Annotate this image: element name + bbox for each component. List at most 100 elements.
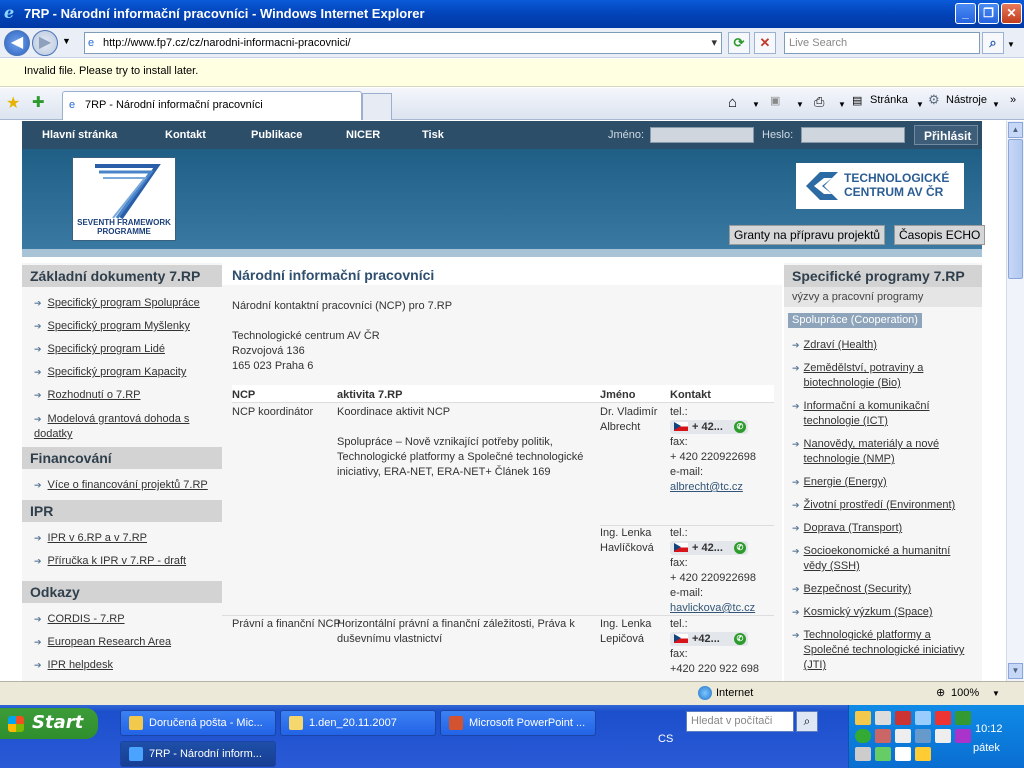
link-decision[interactable]: ➔ Rozhodnutí o 7.RP [34,389,214,401]
forward-button[interactable]: ▶ [32,30,58,56]
url-dropdown-icon[interactable]: ▾ [711,36,717,49]
task-ie[interactable]: 7RP - Národní inform... [120,741,276,767]
tray-icon[interactable] [875,729,891,743]
cooperation-badge[interactable]: Spolupráce (Cooperation) [788,313,922,328]
tray-icon[interactable] [955,711,971,725]
fp7-logo[interactable]: SEVENTH FRAMEWORK PROGRAMME [72,157,176,241]
tray-icon[interactable] [895,711,911,725]
link-jti[interactable]: ➔ Technologické platformy a Společné tech… [792,628,978,673]
stop-button[interactable]: ✕ [754,32,776,54]
minimize-button[interactable]: _ [955,3,976,24]
link-era[interactable]: ➔ European Research Area [34,636,214,648]
clock-time[interactable]: 10:12 [975,723,1003,735]
close-button[interactable]: ✕ [1001,3,1022,24]
language-indicator[interactable]: CS [658,733,673,745]
email-link[interactable]: havlickova@tc.cz [670,601,774,616]
phone-skype-widget[interactable]: +42... ✆ [670,632,748,646]
link-energy[interactable]: ➔ Energie (Energy) [792,475,978,490]
home-icon[interactable]: ⌂ [728,94,737,111]
task-folder[interactable]: 1.den_20.11.2007 [280,710,436,736]
page-menu-dropdown-icon[interactable]: ▼ [916,100,924,109]
tray-icon[interactable] [915,729,931,743]
tray-icon[interactable] [915,747,931,761]
scroll-down-arrow[interactable]: ▼ [1008,663,1023,679]
link-ipr-helpdesk[interactable]: ➔ IPR helpdesk [34,659,214,671]
maximize-button[interactable]: ❐ [978,3,999,24]
scroll-thumb[interactable] [1008,139,1023,279]
tray-icon[interactable] [935,711,951,725]
zoom-dropdown-icon[interactable]: ▼ [992,689,1000,698]
link-bio[interactable]: ➔ Zemědělství, potraviny a biotechnologie… [792,361,978,391]
link-ipr-6-7[interactable]: ➔ IPR v 6.RP a v 7.RP [34,532,214,544]
link-transport[interactable]: ➔ Doprava (Transport) [792,521,978,536]
new-tab-button[interactable] [362,93,392,120]
tray-icon[interactable] [855,729,871,743]
desktop-search-button[interactable]: ⌕ [796,711,818,732]
back-button[interactable]: ◀ [4,30,30,56]
start-button[interactable]: Start [0,708,98,739]
toolbar-more-icon[interactable]: » [1010,94,1016,106]
live-search-input[interactable]: Live Search [784,32,980,54]
link-people[interactable]: ➔ Specifický program Lidé [34,343,214,355]
history-dropdown-icon[interactable]: ▼ [62,36,71,46]
login-name-input[interactable] [650,127,754,143]
tools-menu[interactable]: Nástroje [946,94,987,106]
vertical-scrollbar[interactable]: ▲ ▼ [1006,121,1024,681]
link-grant-agreement[interactable]: ➔ Modelová grantová dohoda s dodatky [34,412,214,442]
page-menu[interactable]: Stránka [870,94,908,106]
print-icon[interactable]: ⎙ [814,94,824,110]
link-environment[interactable]: ➔ Životní prostředí (Environment) [792,498,978,513]
desktop-search-input[interactable]: Hledat v počítači [686,711,794,732]
link-cooperation[interactable]: ➔ Specifický program Spolupráce [34,297,214,309]
nav-print[interactable]: Tisk [422,129,444,141]
feeds-icon[interactable]: ▣ [770,94,780,107]
information-bar[interactable]: Invalid file. Please try to install late… [0,59,1024,87]
search-button[interactable]: ⌕ [982,32,1004,54]
tray-icon[interactable] [855,747,871,761]
email-link[interactable]: albrecht@tc.cz [670,480,774,495]
link-capacities[interactable]: ➔ Specifický program Kapacity [34,366,214,378]
login-button[interactable]: Přihlásit [914,125,978,145]
tray-icon[interactable] [895,747,911,761]
zoom-level[interactable]: 100% [951,687,979,699]
tools-menu-dropdown-icon[interactable]: ▼ [992,100,1000,109]
home-dropdown-icon[interactable]: ▼ [752,100,760,109]
tray-icon[interactable] [915,711,931,725]
link-security[interactable]: ➔ Bezpečnost (Security) [792,582,978,597]
task-powerpoint[interactable]: Microsoft PowerPoint ... [440,710,596,736]
tray-icon[interactable] [935,729,951,743]
nav-home[interactable]: Hlavní stránka [42,129,117,141]
tray-icon[interactable] [955,729,971,743]
nav-publications[interactable]: Publikace [251,129,302,141]
tray-icon[interactable] [855,711,871,725]
link-financing[interactable]: ➔ Více o financování projektů 7.RP [34,479,214,491]
link-nmp[interactable]: ➔ Nanovědy, materiály a nové technologie … [792,437,978,467]
link-ssh[interactable]: ➔ Socioekonomické a humanitní vědy (SSH) [792,544,978,574]
tray-icon[interactable] [895,729,911,743]
nav-contact[interactable]: Kontakt [165,129,206,141]
tray-icon[interactable] [875,711,891,725]
link-space[interactable]: ➔ Kosmický výzkum (Space) [792,605,978,620]
tab-current[interactable]: e 7RP - Národní informační pracovníci [62,91,362,120]
login-password-input[interactable] [801,127,905,143]
tray-icon[interactable] [875,747,891,761]
favorites-star-icon[interactable]: ★ [6,93,20,113]
phone-skype-widget[interactable]: + 42... ✆ [670,420,748,434]
echo-magazine-button[interactable]: Časopis ECHO [894,225,986,245]
add-favorites-icon[interactable]: ✚ [32,93,45,111]
link-ict[interactable]: ➔ Informační a komunikační technologie (I… [792,399,978,429]
feeds-dropdown-icon[interactable]: ▼ [796,100,804,109]
tc-logo[interactable]: TECHNOLOGICKÉ CENTRUM AV ČR [796,163,964,209]
phone-skype-widget[interactable]: + 42... ✆ [670,541,748,555]
refresh-button[interactable]: ⟳ [728,32,750,54]
search-options-icon[interactable]: ▼ [1007,40,1015,49]
print-dropdown-icon[interactable]: ▼ [838,100,846,109]
url-field[interactable]: e http://www.fp7.cz/cz/narodni-informacn… [84,32,722,54]
link-ideas[interactable]: ➔ Specifický program Myšlenky [34,320,214,332]
link-ipr-guide[interactable]: ➔ Příručka k IPR v 7.RP - draft [34,555,214,567]
grants-button[interactable]: Granty na přípravu projektů [729,225,886,245]
scroll-up-arrow[interactable]: ▲ [1008,122,1023,138]
task-outlook[interactable]: Doručená pošta - Mic... [120,710,276,736]
link-health[interactable]: ➔ Zdraví (Health) [792,338,978,353]
link-cordis[interactable]: ➔ CORDIS - 7.RP [34,613,214,625]
